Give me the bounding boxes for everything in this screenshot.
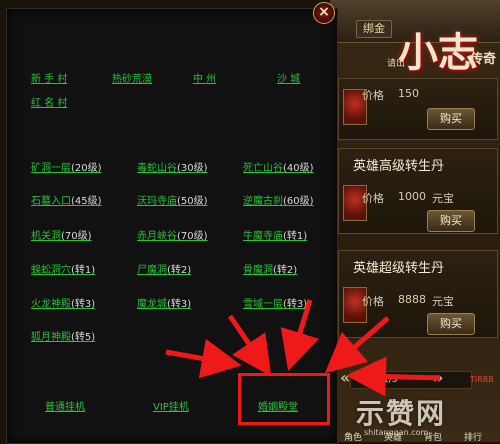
watermark-logo: 示赞网 xyxy=(356,397,447,430)
tab-rank[interactable]: 排行 xyxy=(464,430,482,443)
arrow xyxy=(165,338,242,379)
tab-hero[interactable]: 英雄 xyxy=(384,430,402,443)
arrow xyxy=(346,356,441,397)
tab-character[interactable]: 角色 xyxy=(344,430,362,443)
bottom-tabs: 角色 英雄 背包 排行 xyxy=(340,430,500,443)
arrow xyxy=(324,316,390,374)
arrow xyxy=(280,299,319,372)
tab-bag[interactable]: 背包 xyxy=(424,430,442,443)
annotation-arrows xyxy=(165,299,441,397)
arrow xyxy=(227,314,272,377)
